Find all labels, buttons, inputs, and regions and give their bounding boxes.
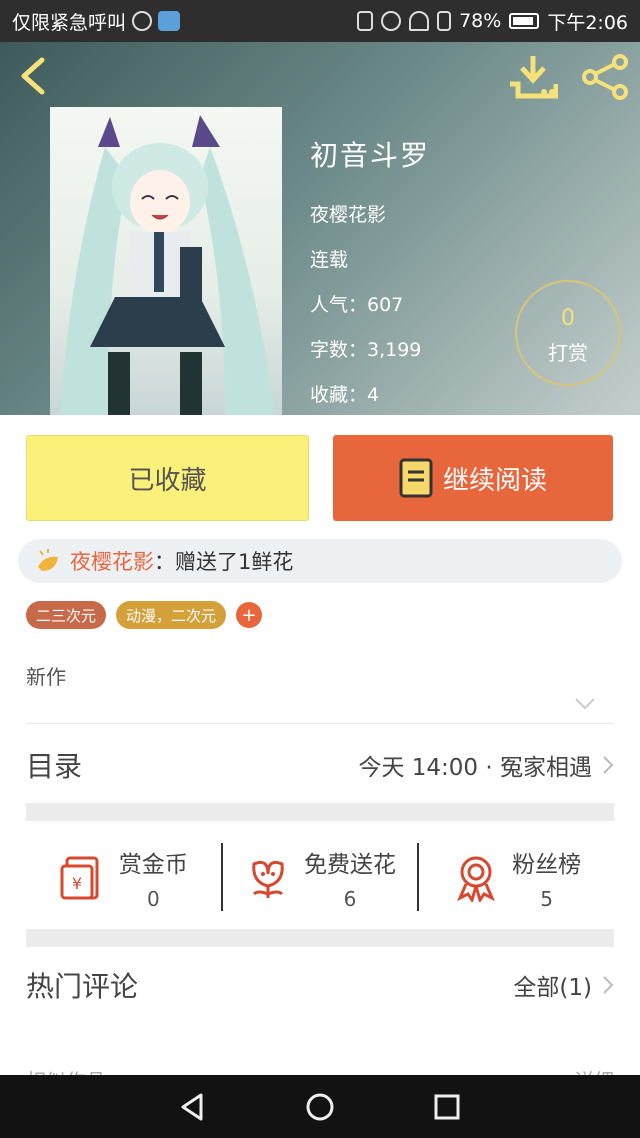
- medal-icon: [457, 856, 496, 902]
- tag-list: 二三次元 动漫，二次元 +: [26, 601, 263, 629]
- stat-coins[interactable]: ¥ 赏金币 0: [26, 825, 221, 931]
- tag-item[interactable]: 二三次元: [26, 601, 107, 629]
- gift-user[interactable]: 夜樱花影: [70, 546, 154, 576]
- favorited-button[interactable]: 已收藏: [26, 435, 309, 521]
- chevron-down-icon[interactable]: [574, 697, 596, 711]
- tag-item[interactable]: 动漫，二次元: [116, 601, 227, 629]
- stat-label: 赏金币: [118, 852, 188, 878]
- divider: [26, 723, 614, 724]
- chevron-right-icon: [603, 976, 614, 994]
- section-separator: [26, 803, 614, 821]
- stat-value: 5: [540, 887, 554, 911]
- stat-value: 0: [146, 887, 160, 911]
- k-icon: [132, 11, 153, 31]
- book-description: 新作: [26, 665, 66, 689]
- alarm-icon: [381, 11, 402, 31]
- clock: 下午2:06: [547, 11, 628, 34]
- stat-value: 6: [343, 887, 357, 911]
- stat-label: 免费送花: [304, 852, 396, 878]
- book-title: 初音斗罗: [310, 139, 431, 172]
- chevron-right-icon: [603, 756, 614, 774]
- battery-icon: [509, 13, 540, 29]
- hot-comments-row[interactable]: 热门评论 全部(1): [26, 955, 614, 1015]
- flower-icon: [252, 860, 284, 898]
- carrier-text: 仅限紧急呼叫: [12, 11, 127, 34]
- toc-title: 目录: [26, 750, 83, 783]
- section-separator: [26, 929, 614, 947]
- gift-notice: 夜樱花影 ：赠送了1鲜花: [18, 539, 622, 583]
- book-detail-content: 已收藏 继续阅读 夜樱花影 ：赠送了1鲜花 二三次元 动漫，二次元 + 新作 目…: [0, 415, 640, 1075]
- sim-alert-icon: [437, 11, 452, 31]
- battery-percent: 78%: [459, 10, 502, 32]
- book-popularity: 人气：607: [310, 294, 404, 316]
- back-arrow-icon[interactable]: [14, 56, 54, 96]
- support-stats: ¥ 赏金币 0 免费送花 6 粉丝榜 5: [26, 825, 614, 931]
- similar-works-title: 相似作品: [26, 1065, 106, 1075]
- continue-reading-label: 继续阅读: [442, 465, 547, 496]
- hot-comments-title: 热门评论: [26, 970, 139, 1003]
- book-icon: [399, 458, 433, 498]
- similar-works-row[interactable]: 相似作品 详细: [26, 1065, 614, 1075]
- tip-button[interactable]: 0 打赏: [515, 280, 621, 386]
- table-of-contents-row[interactable]: 目录 今天 14:00 · 冤家相遇: [26, 735, 614, 795]
- tip-label: 打赏: [548, 341, 588, 365]
- red-envelope-icon: ¥: [60, 856, 99, 900]
- stat-label: 粉丝榜: [512, 852, 582, 878]
- favorited-label: 已收藏: [128, 465, 207, 496]
- book-word-count: 字数：3,199: [310, 339, 422, 361]
- nav-recents-icon[interactable]: [431, 1091, 463, 1123]
- stat-flowers[interactable]: 免费送花 6: [223, 825, 418, 931]
- download-icon[interactable]: [508, 54, 558, 100]
- cover-illustration: [60, 115, 275, 415]
- nav-back-icon[interactable]: [177, 1091, 209, 1123]
- flower-gift-icon: [38, 549, 58, 571]
- gift-message: ：赠送了1鲜花: [154, 550, 294, 574]
- tip-count: 0: [561, 306, 575, 331]
- card-icon: [158, 11, 181, 31]
- all-comments-link[interactable]: 全部(1): [513, 968, 592, 1002]
- book-cover-image: [50, 107, 282, 415]
- svg-text:¥: ¥: [72, 874, 82, 893]
- book-info: 初音斗罗 夜樱花影 连载 人气：607 字数：3,199 收藏：4: [310, 134, 430, 407]
- book-favorites: 收藏：4: [310, 384, 380, 406]
- similar-works-more[interactable]: 详细: [574, 1065, 614, 1075]
- vibrate-icon: [357, 11, 374, 31]
- wifi-icon: [409, 11, 430, 31]
- share-icon[interactable]: [580, 54, 630, 100]
- continue-reading-button[interactable]: 继续阅读: [333, 435, 613, 521]
- system-navigation-bar: [0, 1075, 640, 1138]
- status-bar: 仅限紧急呼叫 78% 下午2:06: [0, 0, 640, 42]
- book-author[interactable]: 夜樱花影: [310, 200, 430, 227]
- add-tag-button[interactable]: +: [236, 602, 263, 628]
- toc-latest-chapter: 今天 14:00 · 冤家相遇: [358, 755, 592, 781]
- book-header: 初音斗罗 夜樱花影 连载 人气：607 字数：3,199 收藏：4 0 打赏: [0, 42, 640, 415]
- stat-fans[interactable]: 粉丝榜 5: [419, 825, 614, 931]
- book-status: 连载: [310, 249, 349, 271]
- nav-home-icon[interactable]: [304, 1091, 336, 1123]
